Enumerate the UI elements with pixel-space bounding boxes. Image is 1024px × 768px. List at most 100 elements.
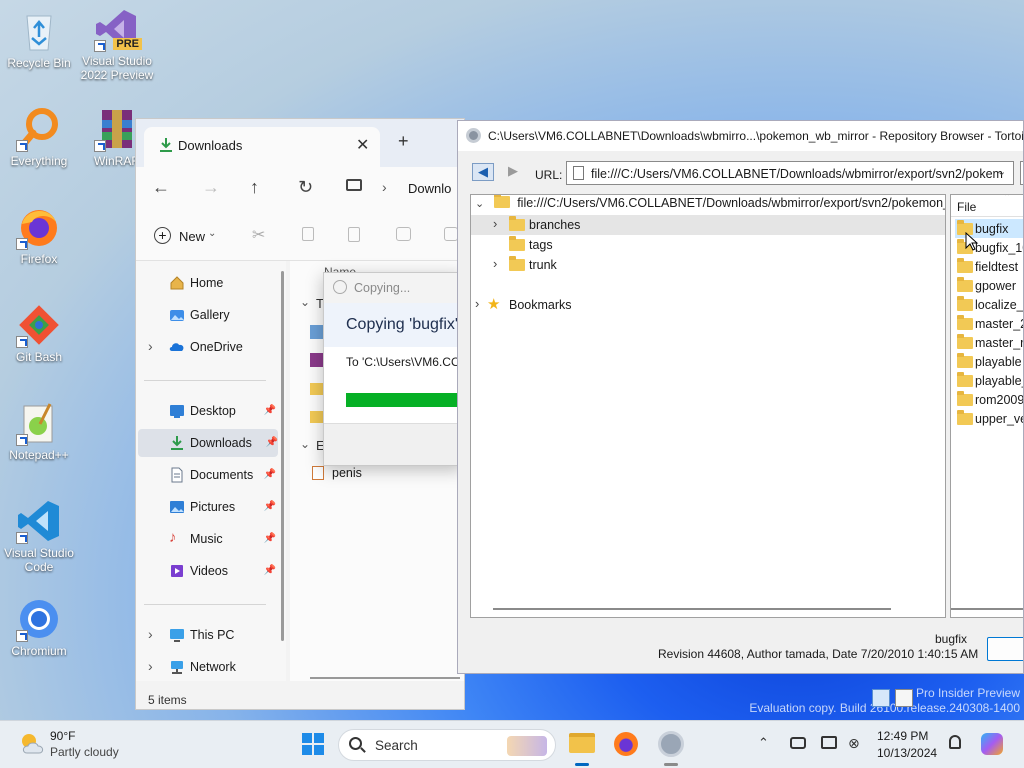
nav-item-videos[interactable]: Videos 📌 xyxy=(136,557,276,585)
chevron-right-icon[interactable]: › xyxy=(475,296,479,311)
monitor-icon[interactable] xyxy=(346,179,362,191)
new-tab-plus-icon[interactable]: + xyxy=(398,131,409,152)
copilot-icon[interactable] xyxy=(981,733,1003,755)
ok-button[interactable] xyxy=(987,637,1023,661)
nav-item-documents[interactable]: Documents 📌 xyxy=(136,461,276,489)
nav-item-this-pc[interactable]: › This PC xyxy=(136,621,276,649)
desktop-icon-notepad-plus-plus[interactable]: Notepad++ xyxy=(0,400,78,462)
file-explorer-taskbar-icon[interactable] xyxy=(569,733,595,753)
copy-icon[interactable] xyxy=(302,227,314,241)
tortoisesvn-taskbar-icon[interactable] xyxy=(658,731,684,757)
weather-widget[interactable]: 90°F Partly cloudy xyxy=(14,727,154,763)
back-arrow-icon[interactable]: ← xyxy=(152,177,170,198)
pin-icon[interactable]: 📌 xyxy=(264,533,276,544)
chevron-right-icon[interactable]: › xyxy=(148,658,153,674)
list-item[interactable]: master_ro xyxy=(955,333,1023,352)
back-arrow-icon[interactable]: ◀ xyxy=(472,163,494,181)
pin-icon[interactable]: 📌 xyxy=(266,437,278,448)
list-item[interactable]: gpower xyxy=(955,276,1023,295)
dialog-footer xyxy=(324,423,462,465)
chevron-right-icon[interactable]: › xyxy=(148,626,153,642)
tree-item-tags[interactable]: tags xyxy=(471,235,945,255)
paste-icon[interactable] xyxy=(348,227,360,242)
taskbar: 90°F Partly cloudy Search ⌃ ⊗ 12:49 PM 1… xyxy=(0,720,1024,768)
firefox-taskbar-icon[interactable] xyxy=(614,732,638,756)
chevron-down-icon[interactable]: ⌄ xyxy=(300,295,310,309)
desktop-icon-vscode[interactable]: Visual Studio Code xyxy=(0,498,78,574)
desktop-icon-recycle-bin[interactable]: Recycle Bin xyxy=(0,8,78,70)
forward-arrow-icon[interactable]: → xyxy=(202,177,220,198)
list-item[interactable]: localize_v xyxy=(955,295,1023,314)
share-icon[interactable] xyxy=(444,227,458,241)
tree-item-branches[interactable]: › branches xyxy=(471,215,945,235)
details-view-icon[interactable] xyxy=(872,689,890,707)
file-icon xyxy=(310,325,324,339)
tree-horizontal-scrollbar[interactable] xyxy=(493,608,891,610)
list-header-file[interactable]: File ⌃ xyxy=(951,195,1023,217)
shortcut-arrow-icon xyxy=(94,40,106,52)
refresh-icon[interactable]: ↻ xyxy=(298,177,313,198)
nav-item-network[interactable]: › Network xyxy=(136,653,276,681)
address-bar[interactable]: Downlo xyxy=(408,181,451,196)
close-tab-icon[interactable]: ✕ xyxy=(356,135,369,155)
chevron-right-icon[interactable]: › xyxy=(148,338,153,354)
list-item[interactable]: playable_ xyxy=(955,371,1023,390)
nav-item-music[interactable]: ♪ Music 📌 xyxy=(136,525,276,553)
desktop-icon-firefox[interactable]: Firefox xyxy=(0,204,78,266)
pin-icon[interactable]: 📌 xyxy=(264,565,276,576)
file-name[interactable]: penis xyxy=(332,466,362,480)
list-item[interactable]: playable xyxy=(955,352,1023,371)
display-icon[interactable] xyxy=(821,736,837,749)
url-combobox[interactable]: file:///C:/Users/VM6.COLLABNET/Downloads… xyxy=(566,161,1014,185)
taskbar-search-box[interactable]: Search xyxy=(338,729,556,761)
desktop-icon-git-bash[interactable]: Git Bash xyxy=(0,302,78,364)
preview-pane-icon[interactable] xyxy=(895,689,913,707)
desktop-icon-visual-studio-2022[interactable]: PRE Visual Studio 2022 Preview xyxy=(78,6,156,82)
pin-icon[interactable]: 📌 xyxy=(264,501,276,512)
chevron-up-icon[interactable]: ⌃ xyxy=(758,735,769,751)
list-horizontal-scrollbar[interactable] xyxy=(951,608,1023,610)
cut-icon[interactable]: ✂ xyxy=(252,225,265,245)
new-button[interactable]: New xyxy=(179,229,205,244)
list-item[interactable]: fieldtest xyxy=(955,257,1023,276)
toolbar-extra-button[interactable] xyxy=(1020,161,1023,185)
clock-time[interactable]: 12:49 PM xyxy=(877,729,928,743)
list-item[interactable]: rom20091 xyxy=(955,390,1023,409)
nav-item-downloads[interactable]: Downloads 📌 xyxy=(138,429,278,457)
tree-item-bookmarks[interactable]: › ★ Bookmarks xyxy=(471,295,945,315)
nav-item-home[interactable]: Home xyxy=(136,269,276,297)
new-plus-circle-icon[interactable]: + xyxy=(154,227,171,244)
chevron-down-icon[interactable]: ⌄ xyxy=(300,437,310,451)
chevron-down-icon[interactable]: ⌄ xyxy=(475,198,484,210)
copy-progress-fill xyxy=(346,393,462,407)
pin-icon[interactable]: 📌 xyxy=(264,405,276,416)
horizontal-scrollbar[interactable] xyxy=(310,677,460,679)
partly-cloudy-icon xyxy=(18,731,46,758)
desktop-icon-everything[interactable]: Everything xyxy=(0,106,78,168)
rename-icon[interactable] xyxy=(396,227,411,241)
vscode-icon xyxy=(16,498,62,544)
chevron-right-icon[interactable]: › xyxy=(493,256,497,271)
nav-item-pictures[interactable]: Pictures 📌 xyxy=(136,493,276,521)
start-windows-icon[interactable] xyxy=(302,733,324,758)
up-arrow-icon[interactable]: ↑ xyxy=(250,177,259,198)
list-item[interactable]: master_2r xyxy=(955,314,1023,333)
clock-date[interactable]: 10/13/2024 xyxy=(877,746,937,760)
nav-item-desktop[interactable]: Desktop 📌 xyxy=(136,397,276,425)
tree-item-trunk[interactable]: › trunk xyxy=(471,255,945,275)
nav-item-gallery[interactable]: Gallery xyxy=(136,301,276,329)
tree-root-row[interactable]: ⌄ file:///C:/Users/VM6.COLLABNET/Downloa… xyxy=(475,195,945,216)
chevron-down-icon[interactable]: ⌄ xyxy=(997,165,1006,178)
desktop-icon-chromium[interactable]: Chromium xyxy=(0,596,78,658)
destination-text: To 'C:\Users\VM6.CO xyxy=(346,355,461,369)
volume-icon[interactable]: ⊗ xyxy=(848,735,860,752)
list-item[interactable]: upper_ver xyxy=(955,409,1023,428)
nav-item-onedrive[interactable]: › OneDrive xyxy=(136,333,276,361)
forward-arrow-icon[interactable]: ▶ xyxy=(502,163,524,181)
network-status-icon[interactable] xyxy=(790,737,806,749)
nav-pane-scrollbar[interactable] xyxy=(281,271,284,641)
notification-bell-icon[interactable] xyxy=(949,735,961,749)
tab-downloads[interactable]: Downloads ✕ xyxy=(144,127,380,167)
chevron-right-icon[interactable]: › xyxy=(493,216,497,231)
pin-icon[interactable]: 📌 xyxy=(264,469,276,480)
